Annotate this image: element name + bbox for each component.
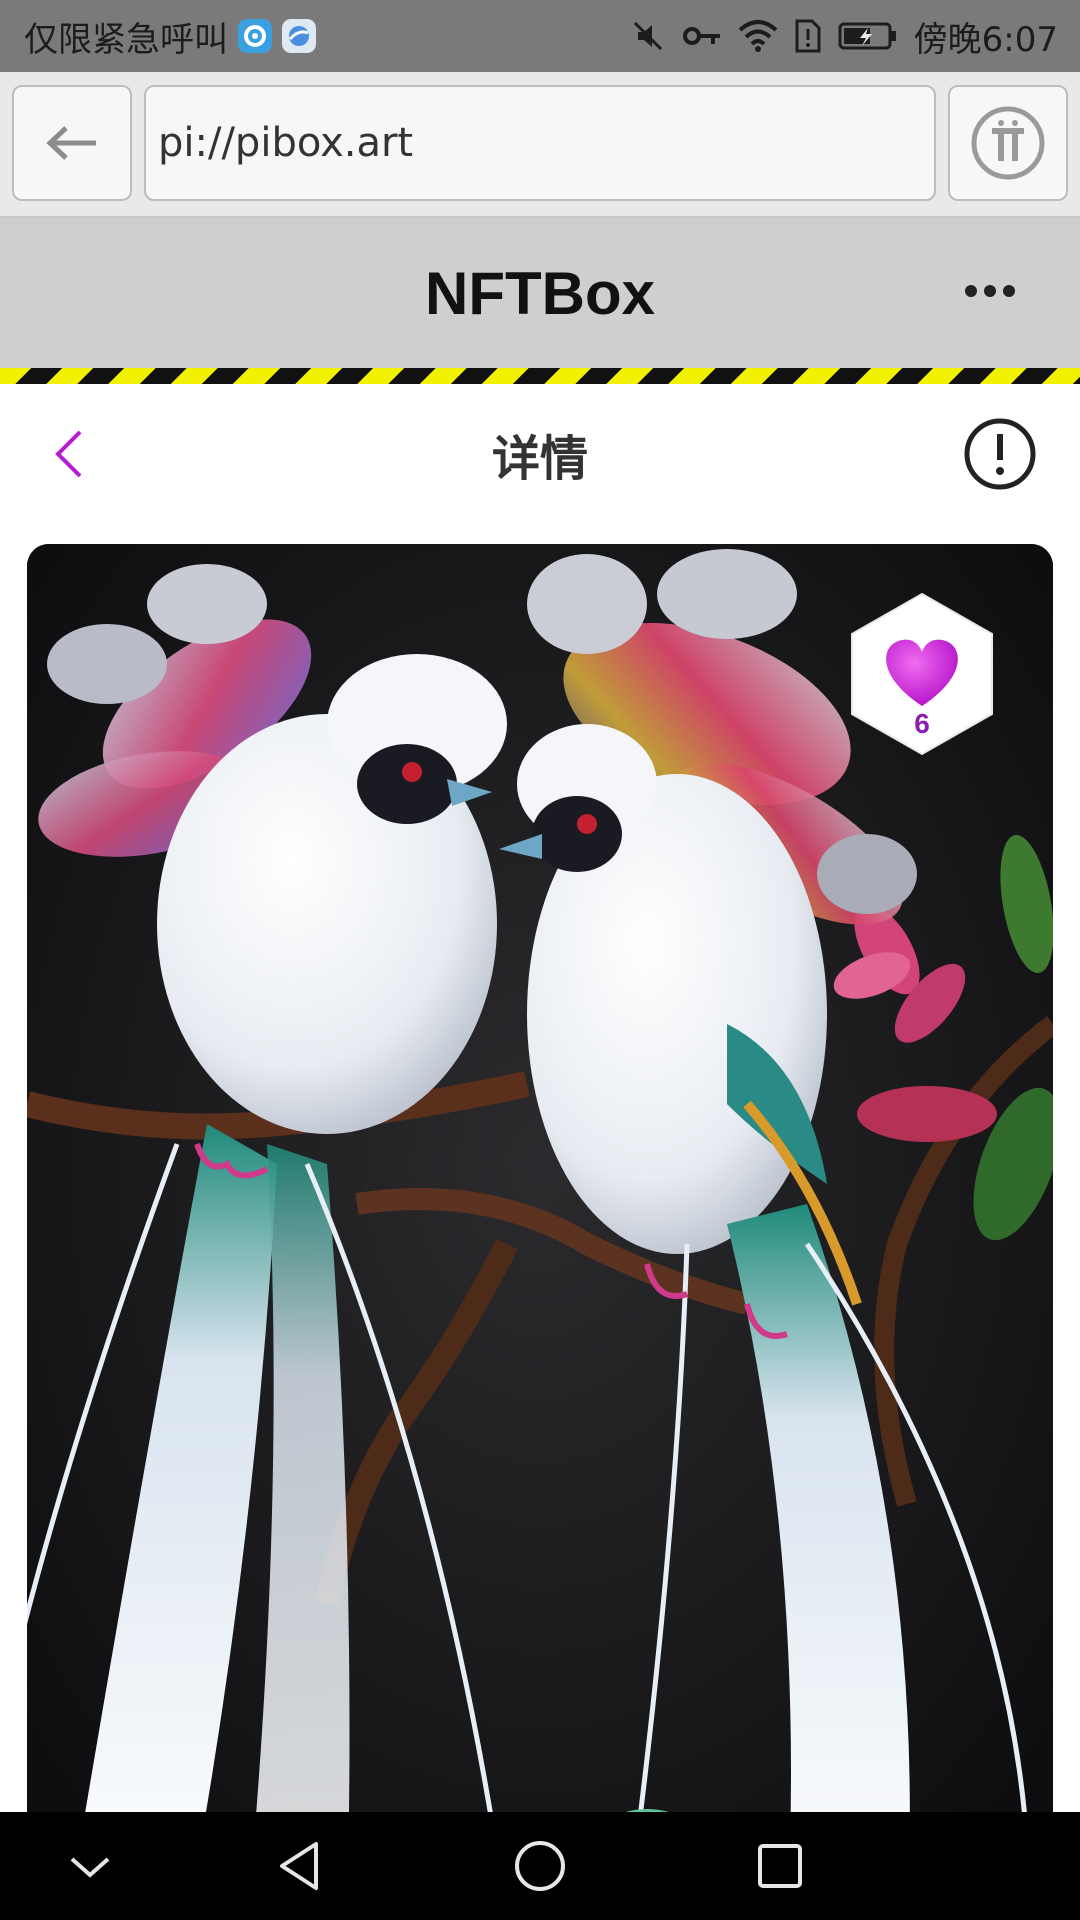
pi-logo-icon xyxy=(971,106,1045,180)
recents-square-icon[interactable] xyxy=(740,1830,820,1902)
url-field[interactable]: pi://pibox.art xyxy=(144,85,936,201)
vpn-app-icon xyxy=(238,19,272,53)
report-button[interactable] xyxy=(960,414,1040,494)
arrow-left-icon xyxy=(46,126,96,160)
browser-app-icon xyxy=(282,19,316,53)
exclamation-circle-icon xyxy=(964,418,1036,490)
detail-header: 详情 xyxy=(0,384,1080,524)
status-bar: 仅限紧急呼叫 傍晚6:07 xyxy=(0,0,1080,72)
sim-alert-icon xyxy=(794,18,822,54)
back-triangle-icon[interactable] xyxy=(260,1830,340,1902)
wifi-icon xyxy=(738,18,778,54)
hazard-stripe-divider xyxy=(0,368,1080,384)
clock-text: 傍晚6:07 xyxy=(913,19,1058,60)
pi-browser-button[interactable] xyxy=(948,85,1068,201)
page-title: 详情 xyxy=(491,431,588,487)
home-circle-icon[interactable] xyxy=(500,1830,580,1902)
more-dots-icon[interactable] xyxy=(960,266,1020,316)
browser-toolbar: pi://pibox.art xyxy=(0,72,1080,218)
mute-icon xyxy=(630,18,666,54)
app-title: NFTBox xyxy=(425,259,655,327)
app-header: NFTBox xyxy=(0,218,1080,368)
key-icon xyxy=(682,18,722,54)
system-nav-bar xyxy=(0,1812,1080,1920)
battery-charging-icon xyxy=(838,20,898,52)
carrier-text: 仅限紧急呼叫 xyxy=(24,19,228,60)
like-count: 6 xyxy=(914,708,930,739)
browser-back-button[interactable] xyxy=(12,85,132,201)
collapse-icon[interactable] xyxy=(50,1830,130,1902)
